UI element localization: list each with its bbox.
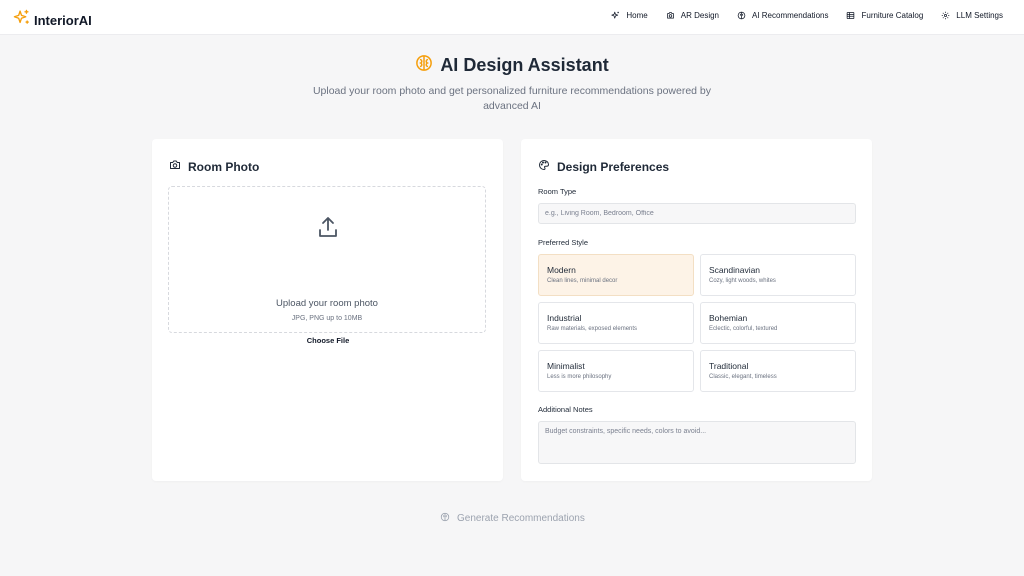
style-name: Bohemian bbox=[709, 313, 748, 323]
sparkles-icon bbox=[13, 9, 30, 31]
nav-llm-settings[interactable]: LLM Settings bbox=[941, 11, 1003, 20]
style-desc: Clean lines, minimal decor bbox=[547, 278, 618, 284]
style-desc: Raw materials, exposed elements bbox=[547, 326, 638, 332]
generate-label: Generate Recommendations bbox=[457, 513, 585, 524]
style-name: Scandinavian bbox=[709, 265, 761, 275]
nav-ar-design-label: AR Design bbox=[680, 11, 719, 20]
page-subtitle: Upload your room photo and get personali… bbox=[312, 85, 712, 112]
additional-notes-label: Additional Notes bbox=[538, 405, 593, 414]
gear-icon bbox=[941, 11, 950, 20]
sparkles-icon bbox=[611, 11, 620, 20]
room-type-input[interactable] bbox=[538, 203, 856, 224]
camera-icon bbox=[666, 11, 675, 20]
nav-llm-settings-label: LLM Settings bbox=[956, 11, 1003, 20]
brain-icon bbox=[737, 11, 746, 20]
top-navbar: InteriorAI Home AR Design AI Recommendat… bbox=[0, 0, 1024, 35]
style-option-minimalist[interactable]: Minimalist Less is more philosophy bbox=[538, 350, 694, 392]
nav-ar-design[interactable]: AR Design bbox=[666, 11, 719, 20]
style-name: Industrial bbox=[547, 313, 582, 323]
main-nav: Home AR Design AI Recommendations Furnit… bbox=[611, 11, 1003, 20]
style-name: Traditional bbox=[709, 361, 749, 371]
style-option-industrial[interactable]: Industrial Raw materials, exposed elemen… bbox=[538, 302, 694, 344]
style-desc: Eclectic, colorful, textured bbox=[709, 326, 778, 332]
style-name: Modern bbox=[547, 265, 576, 275]
style-desc: Cozy, light woods, whites bbox=[709, 278, 776, 284]
brain-icon bbox=[415, 54, 433, 77]
style-option-bohemian[interactable]: Bohemian Eclectic, colorful, textured bbox=[700, 302, 856, 344]
room-type-label: Room Type bbox=[538, 187, 577, 196]
brand-logo[interactable]: InteriorAI bbox=[13, 9, 92, 31]
design-preferences-card: Design Preferences Room Type Preferred S… bbox=[521, 139, 872, 481]
camera-icon bbox=[169, 158, 181, 176]
brand-name: InteriorAI bbox=[34, 12, 92, 28]
room-photo-header: Room Photo bbox=[169, 158, 259, 176]
nav-furniture-catalog-label: Furniture Catalog bbox=[861, 11, 924, 20]
style-options: Modern Clean lines, minimal decor Scandi… bbox=[538, 254, 856, 392]
upload-title: Upload your room photo bbox=[276, 298, 378, 309]
nav-furniture-catalog[interactable]: Furniture Catalog bbox=[846, 11, 923, 20]
design-preferences-header: Design Preferences bbox=[538, 158, 669, 176]
room-photo-card: Room Photo Upload your room photo JPG, P… bbox=[152, 139, 503, 481]
upload-icon bbox=[316, 215, 340, 244]
nav-home-label: Home bbox=[626, 11, 648, 20]
preferred-style-label: Preferred Style bbox=[538, 238, 589, 247]
choose-file-button[interactable]: Choose File bbox=[298, 336, 358, 345]
style-desc: Classic, elegant, timeless bbox=[709, 374, 777, 380]
style-option-traditional[interactable]: Traditional Classic, elegant, timeless bbox=[700, 350, 856, 392]
style-option-scandinavian[interactable]: Scandinavian Cozy, light woods, whites bbox=[700, 254, 856, 296]
grid-icon bbox=[846, 11, 855, 20]
additional-notes-input[interactable] bbox=[538, 421, 856, 464]
nav-ai-recommendations-label: AI Recommendations bbox=[752, 11, 829, 20]
generate-recommendations-button[interactable]: Generate Recommendations bbox=[440, 512, 585, 525]
nav-home[interactable]: Home bbox=[611, 11, 648, 20]
palette-icon bbox=[538, 158, 550, 176]
upload-hint: JPG, PNG up to 10MB bbox=[291, 315, 363, 322]
page-header: AI Design Assistant bbox=[0, 54, 1024, 77]
upload-dropzone[interactable]: Upload your room photo JPG, PNG up to 10… bbox=[168, 186, 486, 345]
page-title: AI Design Assistant bbox=[440, 55, 609, 75]
style-desc: Less is more philosophy bbox=[547, 374, 612, 380]
style-name: Minimalist bbox=[547, 361, 585, 371]
design-preferences-title: Design Preferences bbox=[557, 160, 670, 174]
nav-ai-recommendations[interactable]: AI Recommendations bbox=[737, 11, 828, 20]
room-photo-title: Room Photo bbox=[188, 160, 260, 174]
brain-icon bbox=[440, 512, 450, 525]
style-option-modern[interactable]: Modern Clean lines, minimal decor bbox=[538, 254, 694, 296]
